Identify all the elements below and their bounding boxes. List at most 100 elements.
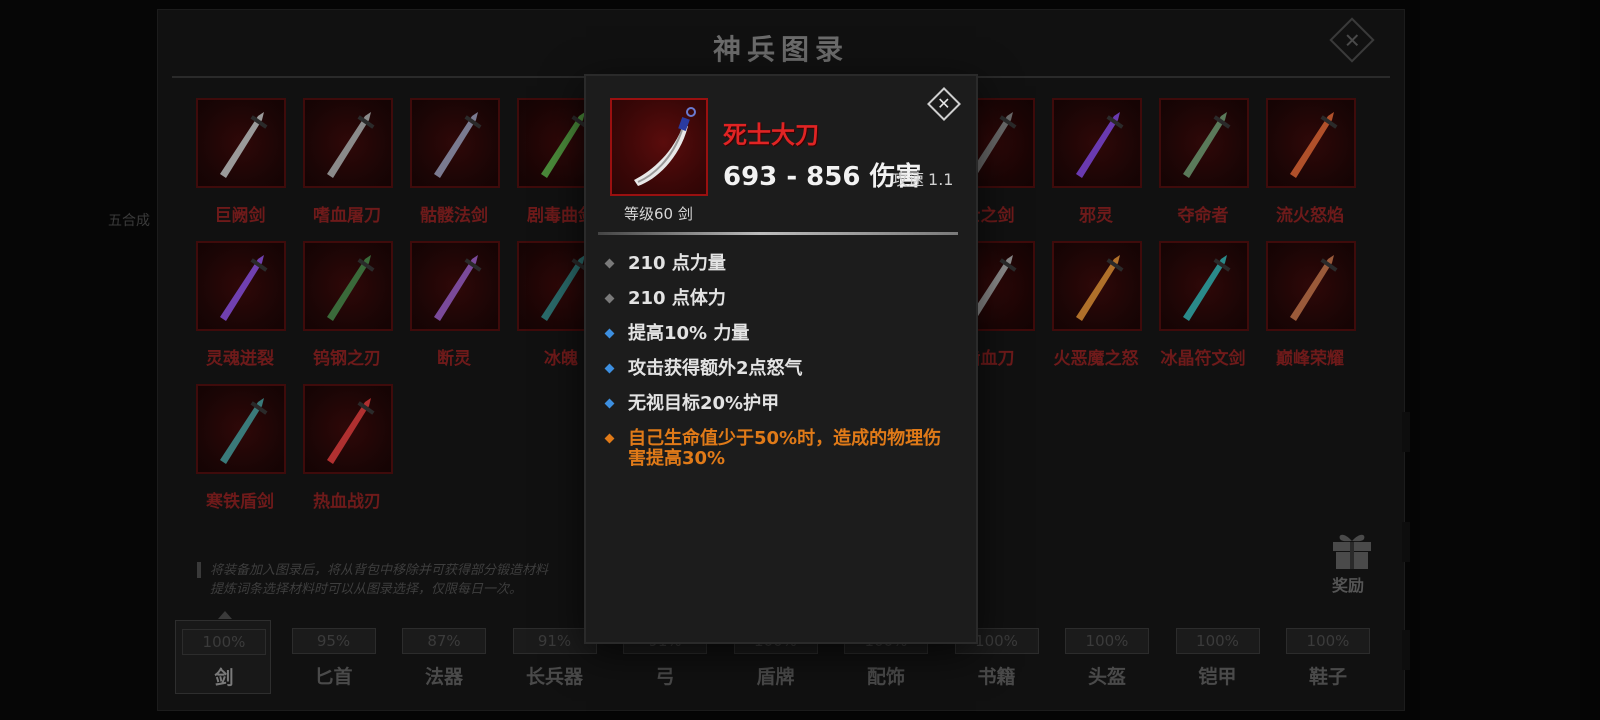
tab-category[interactable]: 87% 法器 xyxy=(396,620,492,694)
weapon-name: 热血战刃 xyxy=(313,492,381,512)
weapon-slot xyxy=(1159,241,1249,331)
tab-completion: 91% xyxy=(512,628,597,654)
page-arrow[interactable] xyxy=(1402,522,1410,562)
panel-title: 神兵图录 xyxy=(712,33,849,66)
info-icon xyxy=(197,562,201,578)
tab-label: 盾牌 xyxy=(756,666,795,688)
weapon-name: 流火怒焰 xyxy=(1276,206,1344,226)
weapon-slot xyxy=(196,98,286,188)
item-icon-frame xyxy=(610,98,708,196)
tab-completion: 95% xyxy=(291,628,376,654)
attack-speed-label: 攻速 xyxy=(892,170,925,189)
stat-text: 攻击获得额外2点怒气 xyxy=(628,358,803,379)
left-backdrop xyxy=(0,0,160,720)
stat-bullet-icon xyxy=(604,328,615,339)
flame-sword-icon xyxy=(1290,112,1338,178)
evil-spirit-sword-icon xyxy=(1076,112,1124,178)
weapon-name: 嗜血屠刀 xyxy=(313,206,381,226)
curved-saber-icon xyxy=(634,107,696,186)
tab-category[interactable]: 95% 匕首 xyxy=(286,620,382,694)
page-arrow[interactable] xyxy=(1402,412,1410,452)
weapon-slot xyxy=(303,384,393,474)
skull-sword-icon xyxy=(434,112,482,178)
note-line-2: 提炼词条选择材料时可以从图录选择，仅限每日一次。 xyxy=(210,582,523,597)
tab-label: 匕首 xyxy=(314,666,353,688)
weapon-name: 夺命者 xyxy=(1177,206,1229,226)
tab-category[interactable]: 100% 鞋子 xyxy=(1280,620,1376,694)
tungsten-blade-icon xyxy=(327,255,375,321)
weapon-slot xyxy=(303,241,393,331)
greatsword-icon xyxy=(220,112,268,178)
tab-completion: 100% xyxy=(182,629,266,655)
tooltip-divider xyxy=(598,232,958,235)
ice-rune-axe-icon xyxy=(1183,255,1231,321)
stat-bullet-icon xyxy=(604,293,615,304)
right-backdrop xyxy=(1420,0,1580,720)
note-line-1: 将装备加入图录后，将从背包中移除并可获得部分锻造材料 xyxy=(210,563,549,578)
frost-shield-sword-icon xyxy=(220,398,268,464)
stat-bullet-icon xyxy=(604,258,615,269)
tab-completion: 87% xyxy=(402,628,486,654)
spirit-breaker-icon xyxy=(434,255,482,321)
tab-category[interactable]: 100% 铠甲 xyxy=(1170,620,1266,694)
weapon-slot xyxy=(410,241,500,331)
codex-note: 将装备加入图录后，将从背包中移除并可获得部分锻造材料 提炼词条选择材料时可以从图… xyxy=(210,561,548,599)
weapon-name: 钨钢之刃 xyxy=(313,349,381,369)
weapon-slot xyxy=(303,98,393,188)
stat-text: 提高10% 力量 xyxy=(628,323,750,344)
stat-text: 无视目标20%护甲 xyxy=(628,393,780,414)
serrated-blade-icon xyxy=(327,112,375,178)
tab-category[interactable]: 100% 头盔 xyxy=(1059,620,1155,694)
stat-bullet-icon xyxy=(604,398,615,409)
blood-war-blade-icon xyxy=(327,398,375,464)
tab-label: 长兵器 xyxy=(525,666,583,688)
close-icon: ✕ xyxy=(937,94,951,113)
tab-completion: 100% xyxy=(1065,628,1149,654)
tab-label: 铠甲 xyxy=(1198,666,1237,688)
soul-sword-icon xyxy=(220,255,268,321)
weapon-slot xyxy=(196,241,286,331)
tab-label: 头盔 xyxy=(1087,666,1126,688)
item-name: 死士大刀 xyxy=(723,121,819,149)
item-tooltip: 等级60 剑 死士大刀 693 - 856 伤害 攻速 1.1 ✕ 210 点力量… xyxy=(586,76,976,642)
reaper-sword-icon xyxy=(1183,112,1231,178)
weapon-slot xyxy=(196,384,286,474)
tab-label: 书籍 xyxy=(977,666,1016,688)
stat-bullet-icon xyxy=(604,433,615,444)
weapon-slot xyxy=(1266,98,1356,188)
fire-demon-sword-icon xyxy=(1076,255,1124,321)
gift-icon[interactable] xyxy=(1330,530,1374,570)
attack-speed: 攻速 1.1 xyxy=(892,166,953,190)
weapon-name: 冰晶符文剑 xyxy=(1160,349,1246,369)
weapon-slot xyxy=(410,98,500,188)
page-arrow[interactable] xyxy=(1402,630,1410,670)
weapon-name: 灵魂迸裂 xyxy=(206,349,274,369)
left-side-label: 五合成 xyxy=(108,213,150,229)
reward-label[interactable]: 奖励 xyxy=(1332,572,1364,596)
weapon-slot xyxy=(1052,241,1142,331)
weapon-name: 断灵 xyxy=(437,349,471,369)
weapon-name: 火恶魔之怒 xyxy=(1053,349,1139,369)
stat-text: 210 点体力 xyxy=(628,288,726,309)
tab-label: 鞋子 xyxy=(1308,666,1347,688)
attack-speed-value: 1.1 xyxy=(928,170,954,189)
close-icon: ✕ xyxy=(1343,27,1361,52)
tooltip-close-button[interactable]: ✕ xyxy=(927,87,961,121)
weapon-name: 巅峰荣耀 xyxy=(1276,349,1344,369)
tab-completion: 100% xyxy=(1286,628,1370,654)
weapon-name: 邪灵 xyxy=(1079,206,1113,226)
stat-bullet-icon xyxy=(604,363,615,374)
weapon-slot xyxy=(1159,98,1249,188)
glory-sword-icon xyxy=(1290,255,1338,321)
weapon-name: 寒铁盾剑 xyxy=(206,492,274,512)
tab-label: 弓 xyxy=(655,666,675,688)
tab-label: 配饰 xyxy=(866,666,905,688)
stat-text: 自己生命值少于50%时，造成的物理伤害提高30% xyxy=(628,428,942,469)
item-level: 等级60 剑 xyxy=(624,205,693,223)
tab-completion: 100% xyxy=(1175,628,1260,654)
stat-text: 210 点力量 xyxy=(628,253,726,274)
weapon-slot xyxy=(1052,98,1142,188)
tab-label: 法器 xyxy=(424,666,463,688)
weapon-name: 巨阙剑 xyxy=(214,206,266,226)
tab-category[interactable]: 100% 剑 xyxy=(175,620,271,694)
